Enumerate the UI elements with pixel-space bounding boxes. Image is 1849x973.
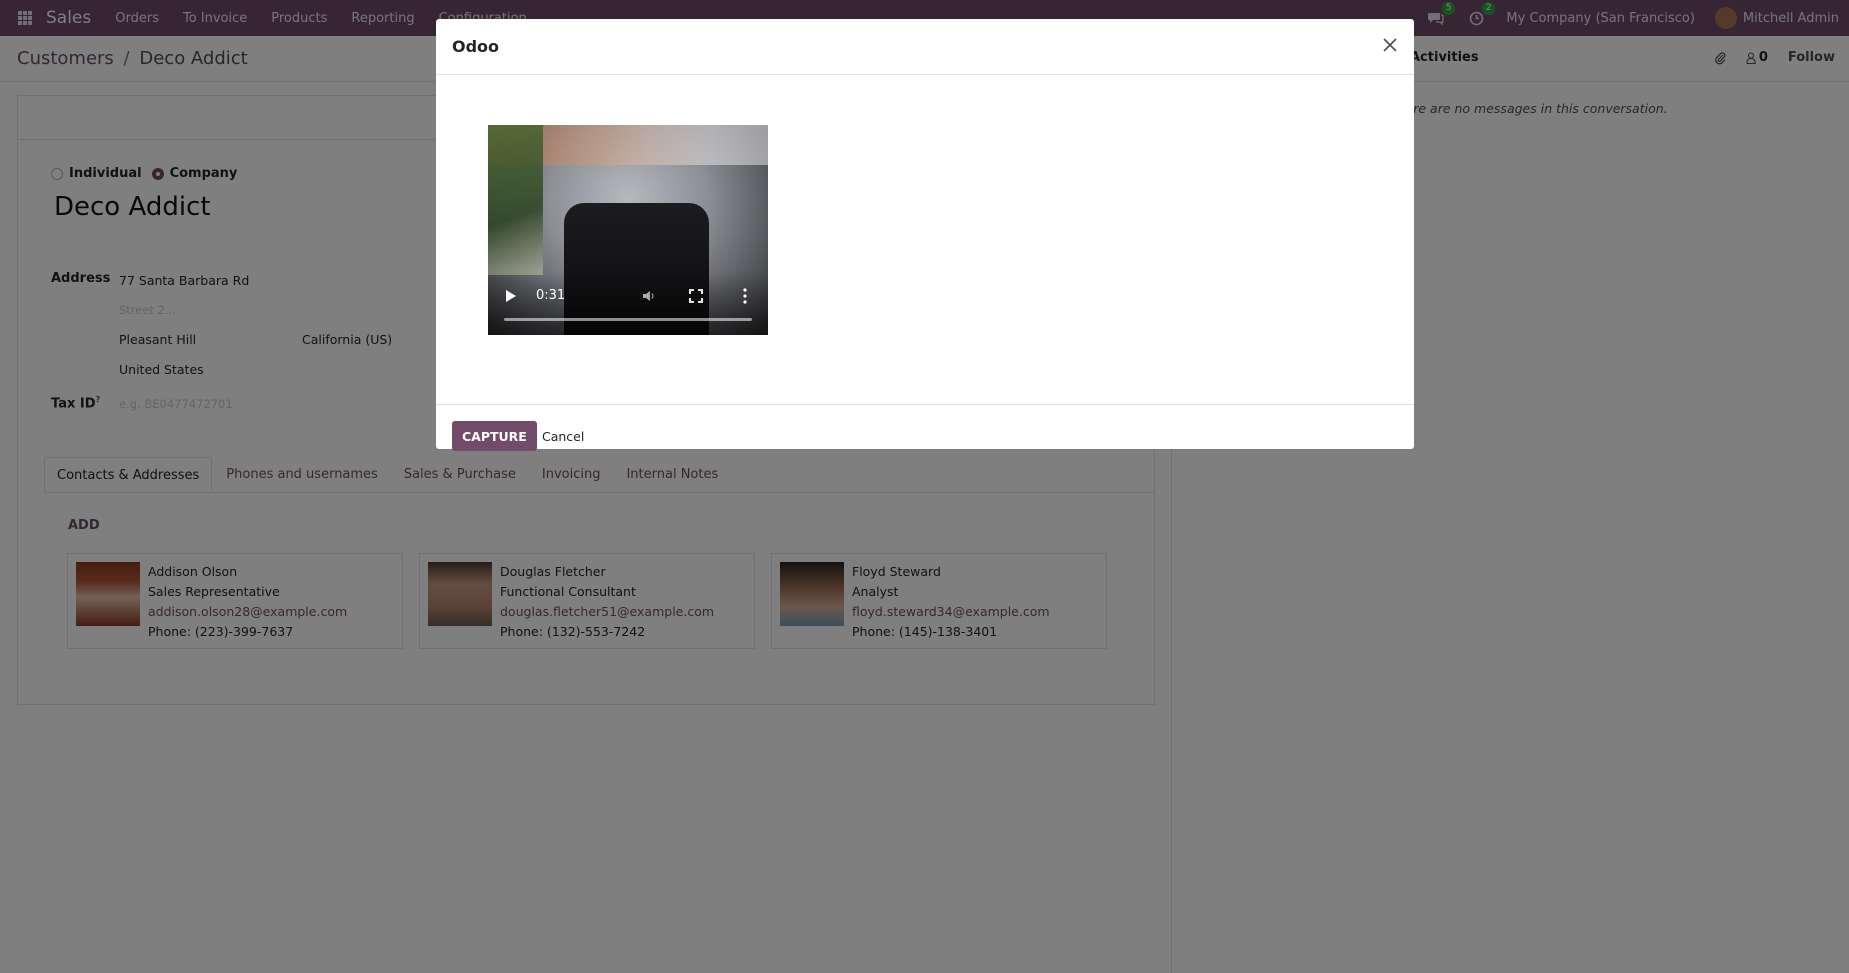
close-icon <box>1383 38 1397 52</box>
volume-icon[interactable] <box>642 289 656 303</box>
webcam-video[interactable]: 0:31 <box>488 125 768 335</box>
video-progress-bar[interactable] <box>504 318 752 321</box>
dialog-header: Odoo <box>436 19 1414 75</box>
play-icon[interactable] <box>506 290 516 302</box>
close-button[interactable] <box>1378 33 1402 57</box>
video-frame-plant <box>488 125 543 275</box>
video-time: 0:31 <box>536 288 566 303</box>
dialog-body: 0:31 <box>436 76 1414 404</box>
capture-dialog: Odoo 0:31 CAPTURE Cancel <box>436 19 1414 451</box>
fullscreen-icon[interactable] <box>689 289 703 303</box>
dialog-footer: CAPTURE Cancel <box>436 404 1414 451</box>
video-controls: 0:31 <box>488 271 768 335</box>
cancel-button[interactable]: Cancel <box>534 421 592 451</box>
dialog-title: Odoo <box>452 37 500 56</box>
capture-button[interactable]: CAPTURE <box>452 421 537 451</box>
more-options-icon[interactable] <box>743 288 747 304</box>
